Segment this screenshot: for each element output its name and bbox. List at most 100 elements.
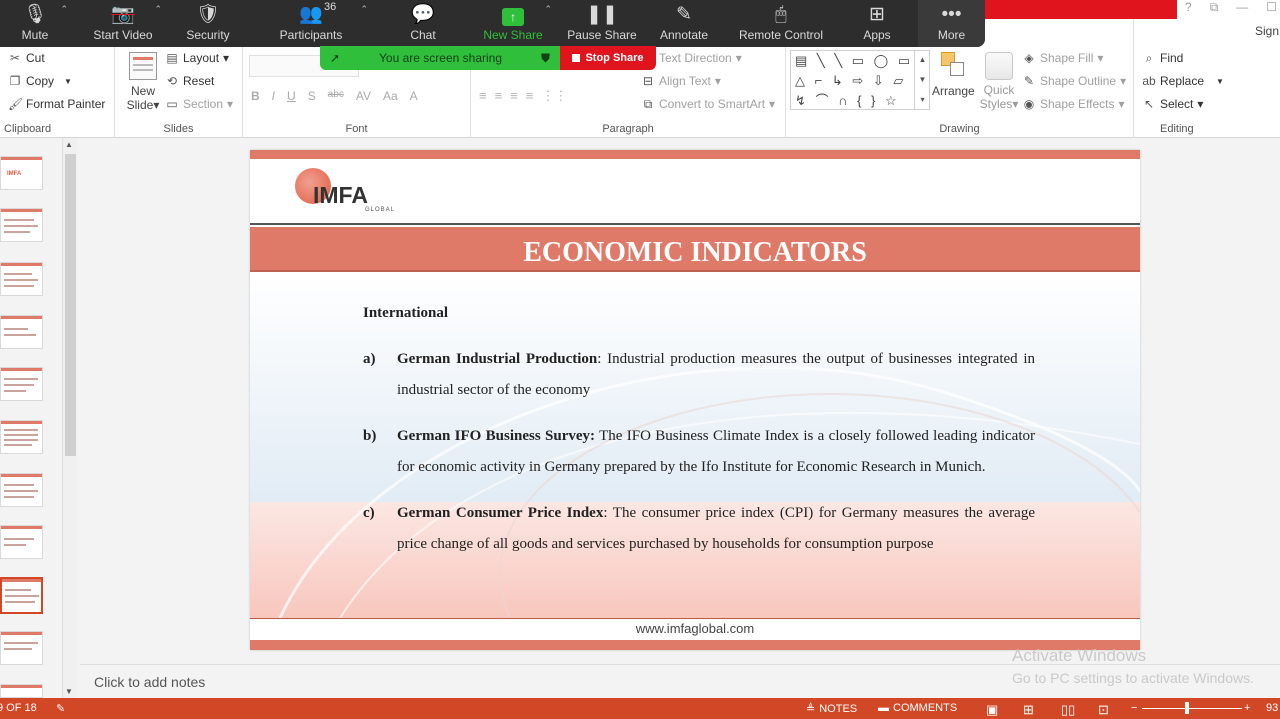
slide-thumbnail[interactable] bbox=[0, 525, 43, 559]
find-button[interactable]: ⌕ Find bbox=[1142, 51, 1184, 65]
paragraph-align-buttons: ≡ ≡ ≡ ≡ ⋮⋮ bbox=[479, 88, 567, 104]
maximize-button[interactable]: ☐ bbox=[1266, 0, 1277, 15]
apps-button[interactable]: ⊞ Apps bbox=[836, 0, 918, 47]
replace-icon: ab bbox=[1142, 74, 1156, 88]
thumbnails-scrollbar[interactable]: ▲ ▼ bbox=[62, 138, 77, 698]
shadow-button[interactable]: S bbox=[308, 89, 316, 103]
slide-thumbnail[interactable] bbox=[0, 262, 43, 296]
notes-toggle-button[interactable]: ≜ NOTES bbox=[806, 702, 857, 716]
new-slide-icon bbox=[129, 52, 157, 80]
reset-button[interactable]: ⟲ Reset bbox=[165, 74, 214, 88]
annotate-button[interactable]: ✎ Annotate bbox=[642, 0, 726, 47]
slide-thumbnail-selected[interactable] bbox=[0, 577, 43, 614]
search-icon: ⌕ bbox=[1145, 51, 1153, 65]
security-button[interactable]: 🛡 Security bbox=[176, 0, 240, 47]
help-button[interactable]: ? bbox=[1185, 0, 1192, 15]
normal-view-icon[interactable]: ▣ bbox=[986, 702, 998, 718]
chevron-down-icon[interactable]: ▼ bbox=[64, 77, 72, 86]
copy-button[interactable]: ❐ Copy ▼ bbox=[8, 74, 72, 88]
activate-windows-watermark: Activate Windows bbox=[1012, 646, 1147, 665]
participants-button[interactable]: 👥 Participants 36 ⌃ bbox=[240, 0, 382, 47]
text-direction-button[interactable]: ⇅Text Direction▾ bbox=[641, 51, 742, 65]
pin-icon[interactable]: ➚ bbox=[330, 51, 340, 65]
scroll-down-icon[interactable]: ▼ bbox=[65, 687, 73, 696]
reading-view-icon[interactable]: ▯▯ bbox=[1061, 702, 1075, 718]
slide-thumbnail[interactable] bbox=[0, 473, 43, 507]
zoom-slider[interactable] bbox=[1142, 708, 1242, 709]
font-color-button[interactable]: A bbox=[410, 89, 418, 103]
bold-button[interactable]: B bbox=[251, 89, 260, 103]
notes-placeholder[interactable]: Click to add notes bbox=[94, 674, 205, 690]
spellcheck-icon[interactable]: ✎ bbox=[56, 702, 65, 715]
stop-share-button[interactable]: Stop Share bbox=[560, 46, 656, 70]
arrange-button[interactable]: Arrange bbox=[932, 52, 975, 98]
logo-text: IMFA bbox=[313, 182, 368, 208]
list-item-term: German IFO Business Survey: bbox=[397, 428, 596, 444]
align-center-icon[interactable]: ≡ bbox=[495, 88, 503, 104]
mute-button[interactable]: 🎙 Mute ⌃ bbox=[0, 0, 70, 47]
shape-effects-button[interactable]: ◉ Shape Effects ▾ bbox=[1022, 97, 1125, 111]
layout-button[interactable]: ▤ Layout ▾ bbox=[165, 51, 229, 65]
chevron-up-icon[interactable]: ⌃ bbox=[544, 4, 552, 15]
slide-thumbnail[interactable] bbox=[0, 208, 43, 242]
columns-icon[interactable]: ⋮⋮ bbox=[541, 88, 567, 104]
slide-thumbnail[interactable]: IMFA bbox=[0, 156, 43, 190]
slide-canvas[interactable]: IMFA GLOBAL ECONOMIC INDICATORS Internat… bbox=[250, 150, 1140, 650]
change-case-button[interactable]: Aa bbox=[383, 89, 398, 103]
chevron-up-icon[interactable]: ⌃ bbox=[60, 4, 68, 15]
zoom-in-button[interactable]: + bbox=[1244, 702, 1250, 714]
shape-fill-button[interactable]: ◈ Shape Fill ▾ bbox=[1022, 51, 1103, 65]
replace-button[interactable]: ab Replace ▼ bbox=[1142, 74, 1224, 88]
strikethrough-button[interactable]: abc bbox=[328, 89, 344, 103]
slide-thumbnail[interactable] bbox=[0, 367, 43, 401]
sign-in-link[interactable]: Sign bbox=[1255, 24, 1279, 38]
slide-thumbnail[interactable] bbox=[0, 684, 43, 698]
footer-rule bbox=[250, 618, 1140, 619]
format-painter-button[interactable]: 🖌 Format Painter bbox=[8, 97, 105, 111]
minimize-button[interactable]: — bbox=[1236, 0, 1248, 15]
shape-outline-button[interactable]: ✎ Shape Outline ▾ bbox=[1022, 74, 1126, 88]
pause-share-button[interactable]: ❚❚ Pause Share bbox=[562, 0, 642, 47]
list-item-term: German Industrial Production bbox=[397, 351, 598, 367]
start-video-button[interactable]: 📷 Start Video ⌃ bbox=[70, 0, 176, 47]
cursor-icon: ↖ bbox=[1143, 97, 1155, 111]
justify-icon[interactable]: ≡ bbox=[526, 88, 534, 104]
zoom-level[interactable]: 93 bbox=[1266, 702, 1278, 714]
slide-sorter-view-icon[interactable]: ⊞ bbox=[1023, 702, 1034, 718]
scrollbar-thumb[interactable] bbox=[65, 154, 76, 456]
zoom-out-button[interactable]: − bbox=[1131, 702, 1137, 714]
shapes-gallery-scroll[interactable]: ▲ ▼ ▾ bbox=[914, 50, 930, 110]
slide-title[interactable]: ECONOMIC INDICATORS bbox=[250, 237, 1140, 269]
char-spacing-button[interactable]: AV bbox=[356, 89, 371, 103]
align-text-button[interactable]: ⊟ Align Text ▾ bbox=[641, 74, 721, 88]
remote-control-button[interactable]: 🖱 Remote Control bbox=[726, 0, 836, 47]
slide-content[interactable]: International a) German Industrial Produ… bbox=[363, 298, 1035, 575]
restore-ribbon-button[interactable]: ⧉ bbox=[1210, 0, 1219, 15]
shapes-row-2: △ ⌐ ↳ ⇨ ⇩ ▱ bbox=[795, 73, 907, 88]
zoom-slider-knob[interactable] bbox=[1185, 702, 1189, 714]
slide-thumbnail[interactable] bbox=[0, 420, 43, 454]
italic-button[interactable]: I bbox=[272, 89, 275, 103]
cut-button[interactable]: ✂ Cut bbox=[8, 51, 45, 65]
slide-thumbnail[interactable] bbox=[0, 315, 43, 349]
more-button[interactable]: ••• More bbox=[918, 0, 985, 47]
comments-toggle-button[interactable]: ▬ COMMENTS bbox=[878, 702, 957, 714]
section-button[interactable]: ▭ Section ▾ bbox=[165, 97, 233, 111]
scroll-up-icon[interactable]: ▲ bbox=[65, 140, 73, 149]
convert-smartart-button[interactable]: ⧉ Convert to SmartArt ▾ bbox=[641, 97, 775, 111]
new-slide-button[interactable]: New Slide▾ bbox=[123, 52, 163, 112]
slide-thumbnail[interactable] bbox=[0, 631, 43, 665]
underline-button[interactable]: U bbox=[287, 89, 296, 103]
chevron-up-icon[interactable]: ⌃ bbox=[154, 4, 162, 15]
chat-button[interactable]: 💬 Chat bbox=[382, 0, 464, 47]
align-left-icon[interactable]: ≡ bbox=[479, 88, 487, 104]
chevron-up-icon[interactable]: ⌃ bbox=[360, 4, 368, 15]
slideshow-view-icon[interactable]: ⊡ bbox=[1098, 702, 1109, 718]
align-right-icon[interactable]: ≡ bbox=[510, 88, 518, 104]
shapes-gallery[interactable]: ▤ ╲ ╲ ▭ ◯ ▭ △ ⌐ ↳ ⇨ ⇩ ▱ ↯ ⌒ ∩ { } ☆ bbox=[790, 50, 930, 110]
new-share-button[interactable]: ↑ New Share ⌃ bbox=[464, 0, 562, 47]
select-button[interactable]: ↖ Select ▾ bbox=[1142, 97, 1203, 111]
content-heading: International bbox=[363, 305, 449, 321]
status-bar: 9 OF 18 ✎ ≜ NOTES ▬ COMMENTS ▣ ⊞ ▯▯ ⊡ − + … bbox=[0, 698, 1280, 719]
quick-styles-button[interactable]: Quick Styles▾ bbox=[978, 52, 1020, 111]
